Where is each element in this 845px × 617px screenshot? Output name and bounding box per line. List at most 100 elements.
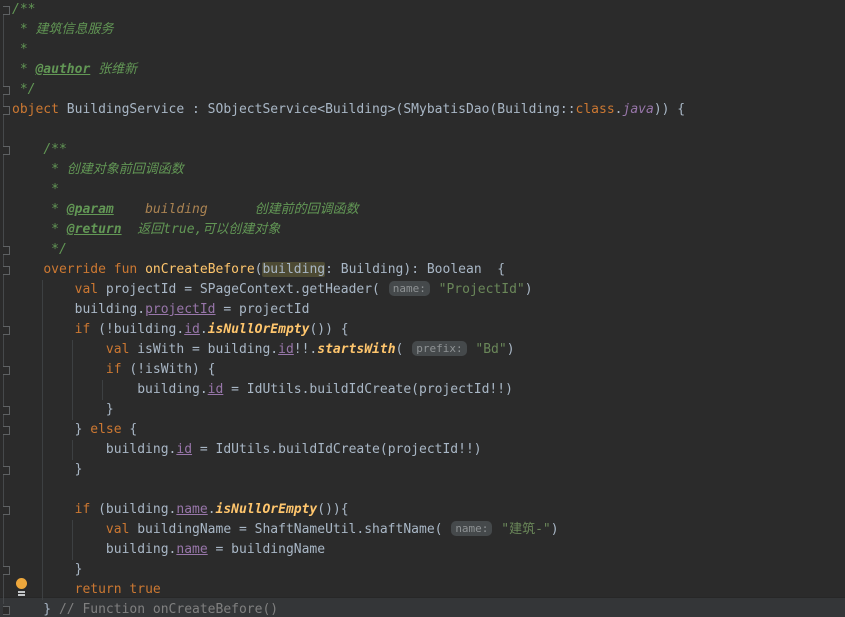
code-token: building [262, 262, 325, 277]
code-token: id [184, 322, 200, 337]
code-token: startsWith [317, 342, 395, 357]
code-token: = projectId [216, 302, 310, 317]
code-line[interactable]: /** [12, 140, 845, 160]
code-token: } [12, 462, 82, 477]
fold-marker-icon[interactable] [3, 246, 10, 255]
code-line[interactable]: override fun onCreateBefore(building: Bu… [12, 260, 845, 280]
lightbulb-glass [16, 578, 27, 589]
code-token: val [75, 282, 98, 297]
code-line[interactable]: } [12, 560, 845, 580]
code-line[interactable]: val buildingName = ShaftNameUtil.shaftNa… [12, 520, 845, 540]
sticky-code-line[interactable]: } // Function onCreateBefore() [12, 600, 845, 617]
code-line[interactable]: */ [12, 80, 845, 100]
code-token: isNullOrEmpty [216, 502, 318, 517]
code-token: if [106, 362, 122, 377]
fold-marker-icon[interactable] [3, 6, 10, 15]
code-token [137, 262, 145, 277]
fold-marker-icon[interactable] [3, 406, 10, 415]
code-line[interactable]: if (!building.id.isNullOrEmpty()) { [12, 320, 845, 340]
code-token: "建筑-" [501, 522, 550, 537]
code-editor: /** * 建筑信息服务 * * @author 张维新 */object Bu… [0, 0, 845, 617]
code-token: @author [35, 62, 90, 77]
code-line[interactable]: */ [12, 240, 845, 260]
code-token [12, 522, 106, 537]
parameter-hint-badge: prefix: [412, 341, 466, 356]
code-token: * [12, 222, 67, 237]
code-line[interactable]: } [12, 400, 845, 420]
code-token: "Bd" [475, 342, 506, 357]
fold-marker-icon[interactable] [3, 606, 10, 615]
code-lines[interactable]: /** * 建筑信息服务 * * @author 张维新 */object Bu… [0, 0, 845, 617]
fold-marker-icon[interactable] [3, 86, 10, 95]
code-token: isWith = building. [129, 342, 278, 357]
code-line[interactable]: return true [12, 580, 845, 600]
code-token: building. [12, 302, 145, 317]
fold-marker-icon[interactable] [3, 106, 10, 115]
code-line[interactable]: * 创建对象前回调函数 [12, 160, 845, 180]
code-line[interactable] [12, 480, 845, 500]
fold-marker-icon[interactable] [3, 466, 10, 475]
lightbulb-base [18, 591, 25, 593]
code-line[interactable]: object BuildingService : SObjectService<… [12, 100, 845, 120]
code-token [12, 362, 106, 377]
code-token: true [129, 582, 160, 597]
code-token: // Function onCreateBefore() [59, 602, 278, 617]
intention-lightbulb-icon[interactable] [15, 578, 28, 597]
code-token: isNullOrEmpty [208, 322, 310, 337]
code-token: . [208, 502, 216, 517]
code-token: . [200, 322, 208, 337]
code-line[interactable]: building.name = buildingName [12, 540, 845, 560]
code-token: if [75, 322, 91, 337]
code-line[interactable]: building.id = IdUtils.buildIdCreate(proj… [12, 380, 845, 400]
code-line[interactable]: * 建筑信息服务 [12, 20, 845, 40]
code-token: * [12, 62, 35, 77]
lightbulb-base [18, 594, 25, 596]
code-token [12, 142, 43, 157]
code-token: 返回true,可以创建对象 [137, 222, 280, 237]
code-token: building [145, 202, 208, 217]
code-line[interactable]: * [12, 40, 845, 60]
code-token: name [176, 502, 207, 517]
code-token: java [623, 102, 654, 117]
code-token: /** [12, 2, 35, 17]
code-token: object [12, 102, 59, 117]
parameter-hint-badge: name: [451, 521, 492, 536]
code-line[interactable]: val projectId = SPageContext.getHeader( … [12, 280, 845, 300]
code-line[interactable]: } else { [12, 420, 845, 440]
fold-marker-icon[interactable] [3, 266, 10, 275]
code-line[interactable]: * @param building 创建前的回调函数 [12, 200, 845, 220]
code-line[interactable]: building.projectId = projectId [12, 300, 845, 320]
fold-marker-icon[interactable] [3, 426, 10, 435]
fold-marker-icon[interactable] [3, 146, 10, 155]
code-token: } [12, 422, 90, 437]
code-line[interactable]: val isWith = building.id!!.startsWith( p… [12, 340, 845, 360]
code-line[interactable]: /** [12, 0, 845, 20]
code-token: "ProjectId" [439, 282, 525, 297]
code-token [12, 262, 43, 277]
fold-marker-icon[interactable] [3, 326, 10, 335]
code-token [106, 262, 114, 277]
code-token: ()){ [317, 502, 348, 517]
code-token [12, 342, 106, 357]
code-line[interactable]: * @return 返回true,可以创建对象 [12, 220, 845, 240]
code-line[interactable] [12, 120, 845, 140]
code-token: ) [507, 342, 515, 357]
code-line[interactable]: * @author 张维新 [12, 60, 845, 80]
code-token: fun [114, 262, 137, 277]
code-token: * [12, 42, 28, 57]
code-token: val [106, 342, 129, 357]
code-token [12, 282, 75, 297]
code-token: id [208, 382, 224, 397]
code-line[interactable]: building.id = IdUtils.buildIdCreate(proj… [12, 440, 845, 460]
code-token [12, 322, 75, 337]
code-line[interactable]: if (!isWith) { [12, 360, 845, 380]
editor-gutter[interactable] [0, 0, 12, 617]
fold-marker-icon[interactable] [3, 566, 10, 575]
code-token [122, 222, 138, 237]
code-line[interactable]: } [12, 460, 845, 480]
code-line[interactable]: if (building.name.isNullOrEmpty()){ [12, 500, 845, 520]
code-token: val [106, 522, 129, 537]
fold-marker-icon[interactable] [3, 506, 10, 515]
fold-marker-icon[interactable] [3, 366, 10, 375]
code-line[interactable]: * [12, 180, 845, 200]
